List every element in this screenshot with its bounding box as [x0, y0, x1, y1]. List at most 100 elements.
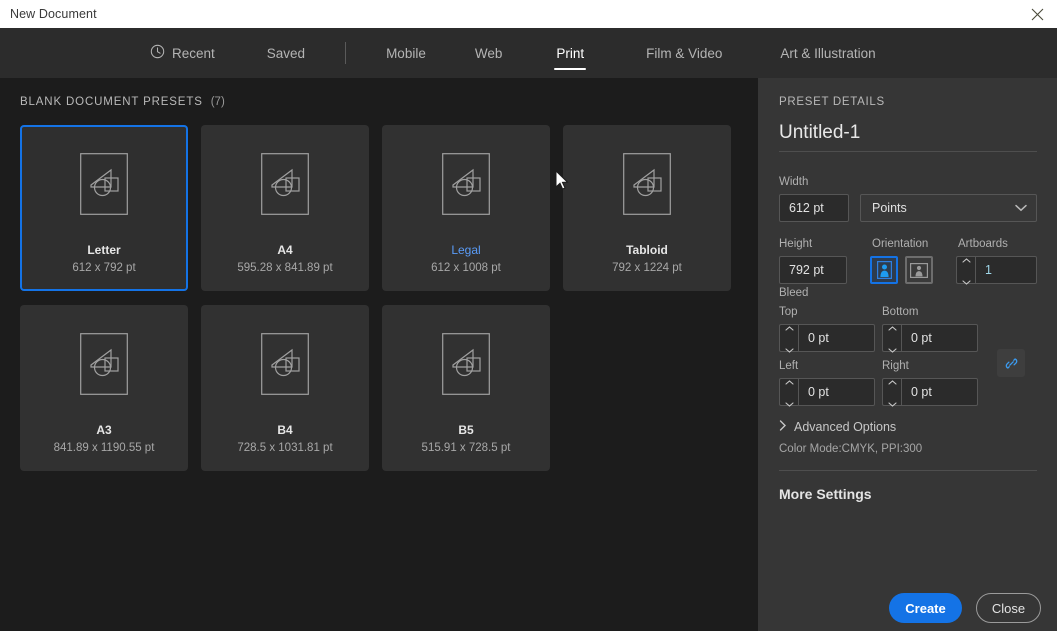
- tab-print[interactable]: Print: [554, 28, 587, 78]
- bleed-right-label: Right: [882, 360, 909, 372]
- artboards-stepper[interactable]: 1: [956, 256, 1037, 285]
- bleed-top-cell: Top 0 pt: [779, 306, 882, 353]
- tab-saved-label: Saved: [266, 45, 306, 61]
- preset-card-dimensions: 595.28 x 841.89 pt: [237, 262, 333, 274]
- landscape-icon[interactable]: [905, 256, 933, 284]
- preset-card[interactable]: A3 841.89 x 1190.55 pt: [20, 305, 188, 471]
- preset-card-dimensions: 515.91 x 728.5 pt: [421, 442, 511, 454]
- chevron-up-icon: [784, 318, 794, 336]
- height-orientation-artboards-row: Height Orientation Artboards 792 pt 1: [779, 238, 1037, 285]
- advanced-options-toggle[interactable]: Advanced Options: [779, 418, 896, 436]
- tab-list: Recent Saved Mobile Web Print Film & Vid…: [148, 28, 878, 78]
- close-icon[interactable]: [1017, 0, 1057, 28]
- presets-area: BLANK DOCUMENT PRESETS (7) Letter 612 x 7…: [0, 78, 758, 631]
- height-label: Height: [779, 238, 813, 250]
- create-button[interactable]: Create: [889, 593, 962, 623]
- panel-divider: [779, 470, 1037, 471]
- preset-card[interactable]: B5 515.91 x 728.5 pt: [382, 305, 550, 471]
- units-select[interactable]: Points: [860, 194, 1037, 222]
- preset-card-name: B4: [277, 423, 293, 437]
- preset-card[interactable]: B4 728.5 x 1031.81 pt: [201, 305, 369, 471]
- bleed-top-stepper[interactable]: [779, 324, 798, 353]
- chevron-down-icon: [887, 340, 897, 358]
- preset-card[interactable]: Letter 612 x 792 pt: [20, 125, 188, 291]
- preset-card-name: B5: [458, 423, 474, 437]
- bleed-grid: Top 0 pt Bottom 0 pt Left 0 pt Right 0 p…: [779, 306, 986, 407]
- document-preset-icon: [261, 333, 309, 400]
- preset-card-name: Legal: [451, 243, 481, 257]
- document-preset-icon: [80, 333, 128, 400]
- tab-film-video[interactable]: Film & Video: [644, 28, 724, 78]
- units-select-value: Points: [872, 201, 907, 215]
- preset-card-dimensions: 728.5 x 1031.81 pt: [237, 442, 333, 454]
- bleed-right-cell: Right 0 pt: [882, 360, 985, 407]
- tab-web-label: Web: [474, 45, 503, 61]
- preset-card[interactable]: Tabloid 792 x 1224 pt: [563, 125, 731, 291]
- chevron-up-icon: [887, 372, 897, 390]
- width-input[interactable]: 612 pt: [779, 194, 849, 222]
- link-icon[interactable]: [997, 349, 1025, 377]
- active-tab-underline: [554, 68, 587, 70]
- preset-card[interactable]: A4 595.28 x 841.89 pt: [201, 125, 369, 291]
- tab-bar: Recent Saved Mobile Web Print Film & Vid…: [0, 28, 1057, 78]
- artboards-stepper-arrows[interactable]: [956, 256, 975, 285]
- more-settings-button[interactable]: More Settings: [779, 486, 872, 502]
- bleed-left-input[interactable]: 0 pt: [798, 378, 875, 406]
- width-label: Width: [779, 176, 809, 188]
- bleed-bottom-input[interactable]: 0 pt: [901, 324, 978, 352]
- tab-divider: [345, 42, 347, 64]
- window-title: New Document: [10, 7, 97, 21]
- tab-mobile[interactable]: Mobile: [384, 28, 428, 78]
- portrait-icon[interactable]: [870, 256, 898, 284]
- chevron-right-icon: [779, 418, 787, 436]
- bleed-left-stepper[interactable]: [779, 378, 798, 407]
- document-preset-icon: [261, 153, 309, 220]
- preset-card[interactable]: Legal 612 x 1008 pt: [382, 125, 550, 291]
- width-row: Width 612 pt Points: [779, 176, 1037, 222]
- tab-mobile-label: Mobile: [386, 45, 426, 61]
- presets-header: BLANK DOCUMENT PRESETS (7): [20, 96, 225, 108]
- color-mode-summary: Color Mode:CMYK, PPI:300: [779, 443, 923, 455]
- tab-film-video-label: Film & Video: [646, 45, 723, 61]
- document-preset-icon: [442, 153, 490, 220]
- tab-recent-label: Recent: [172, 45, 215, 61]
- chevron-up-icon: [784, 372, 794, 390]
- chevron-down-icon: [887, 394, 897, 412]
- chevron-down-icon: [1015, 201, 1027, 215]
- title-bar: New Document: [0, 0, 1057, 28]
- bleed-top-input[interactable]: 0 pt: [798, 324, 875, 352]
- tab-art-illustration-label: Art & Illustration: [780, 45, 876, 61]
- preset-card-name: A3: [96, 423, 112, 437]
- tab-web[interactable]: Web: [473, 28, 505, 78]
- chevron-down-icon: [784, 340, 794, 358]
- new-document-dialog: New Document Recent Saved Mobile Web Pri…: [0, 0, 1057, 631]
- chevron-down-icon: [961, 272, 971, 290]
- bleed-right-stepper[interactable]: [882, 378, 901, 407]
- document-preset-icon: [623, 153, 671, 220]
- preset-card-dimensions: 841.89 x 1190.55 pt: [53, 442, 155, 454]
- bleed-bottom-stepper[interactable]: [882, 324, 901, 353]
- preset-grid: Letter 612 x 792 pt A4 595.28 x 841.89 pt Le…: [20, 125, 731, 471]
- tab-saved[interactable]: Saved: [265, 28, 307, 78]
- artboards-input[interactable]: 1: [975, 256, 1037, 284]
- document-name-input[interactable]: Untitled-1: [779, 122, 1037, 152]
- tab-print-label: Print: [556, 45, 585, 61]
- document-preset-icon: [442, 333, 490, 400]
- presets-heading: BLANK DOCUMENT PRESETS: [20, 96, 203, 108]
- preset-card-name: A4: [277, 243, 293, 257]
- bleed-bottom-cell: Bottom 0 pt: [882, 306, 985, 353]
- bleed-left-cell: Left 0 pt: [779, 360, 882, 407]
- chevron-up-icon: [887, 318, 897, 336]
- bleed-top-label: Top: [779, 306, 798, 318]
- artboards-label: Artboards: [958, 238, 1008, 250]
- tab-art-illustration[interactable]: Art & Illustration: [778, 28, 877, 78]
- height-input[interactable]: 792 pt: [779, 256, 847, 284]
- preset-card-dimensions: 612 x 792 pt: [72, 262, 136, 274]
- preset-card-dimensions: 612 x 1008 pt: [431, 262, 501, 274]
- close-button[interactable]: Close: [976, 593, 1041, 623]
- orientation-group: [870, 256, 933, 284]
- tab-recent[interactable]: Recent: [148, 28, 217, 78]
- preset-card-name: Letter: [87, 243, 121, 257]
- bleed-right-input[interactable]: 0 pt: [901, 378, 978, 406]
- preset-details-panel: PRESET DETAILS Untitled-1 Width 612 pt P…: [758, 78, 1057, 631]
